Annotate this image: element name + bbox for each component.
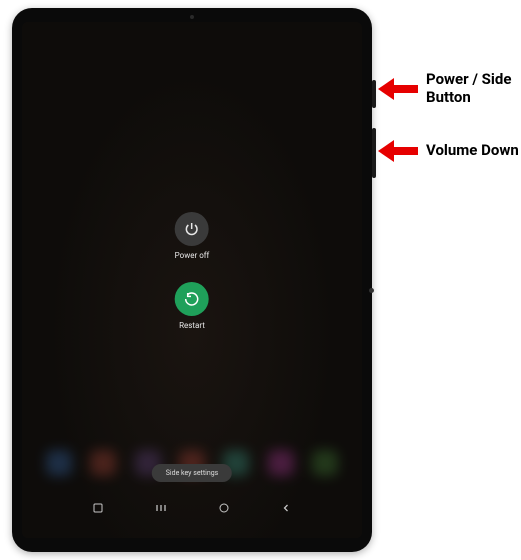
volume-buttons[interactable] (372, 128, 376, 178)
arrow-icon (378, 140, 418, 160)
speaker-indicator (190, 15, 194, 19)
annotation-label: Volume Down (426, 141, 519, 159)
screenshot-icon[interactable] (92, 502, 104, 514)
restart-label: Restart (179, 321, 205, 330)
screen: Power off Restart Side key settings (22, 22, 362, 538)
arrow-icon (378, 78, 418, 98)
recents-button[interactable] (154, 502, 168, 514)
front-camera (369, 288, 374, 293)
power-menu: Power off Restart (175, 212, 210, 330)
side-key-settings-button[interactable]: Side key settings (152, 464, 232, 482)
annotation-label: Power / Side Button (426, 70, 511, 106)
annotation-power-side: Power / Side Button (378, 70, 511, 106)
restart-button[interactable] (175, 282, 209, 316)
navigation-bar (22, 498, 362, 518)
power-icon (184, 221, 200, 237)
back-button[interactable] (280, 502, 292, 514)
restart-icon (184, 291, 200, 307)
tablet-device: Power off Restart Side key settings (12, 8, 372, 552)
home-button[interactable] (218, 502, 230, 514)
annotation-volume-down: Volume Down (378, 140, 519, 160)
power-off-button[interactable] (175, 212, 209, 246)
power-side-button[interactable] (372, 80, 376, 108)
power-off-label: Power off (175, 251, 210, 260)
